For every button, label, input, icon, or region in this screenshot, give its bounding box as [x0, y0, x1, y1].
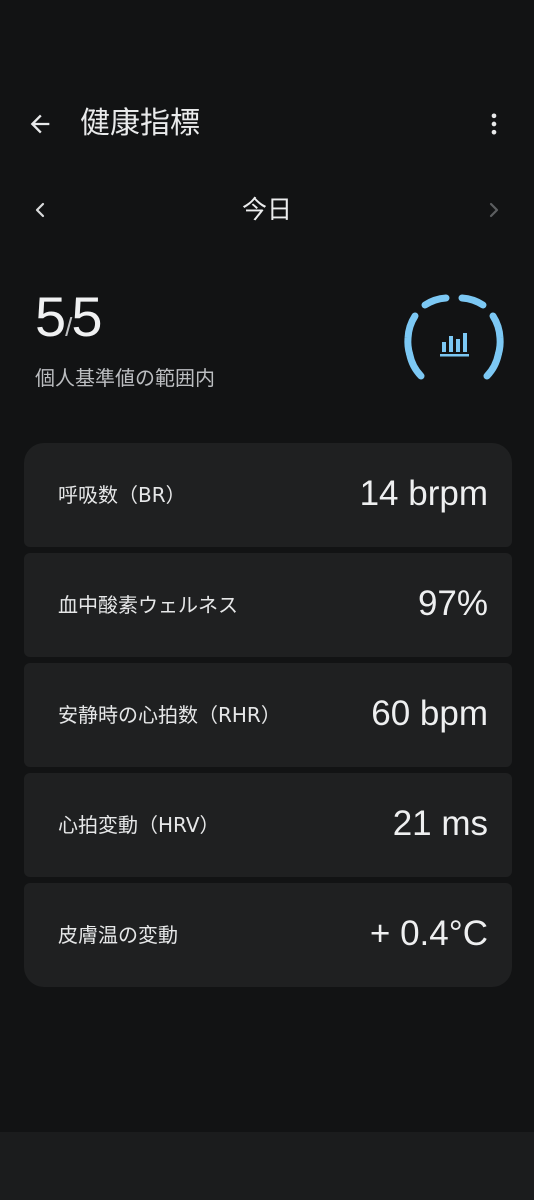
- summary-gauge-icon[interactable]: [400, 294, 508, 394]
- app-bar: 健康指標: [0, 94, 534, 154]
- score-number: 5: [35, 285, 66, 348]
- gauge-segment-6: [483, 350, 502, 380]
- metric-row-breathing-rate[interactable]: 呼吸数（BR） 14 brpm: [24, 443, 512, 547]
- date-label: 今日: [241, 195, 292, 224]
- metric-row-skin-temperature[interactable]: 皮膚温の変動 + 0.4°C: [24, 883, 512, 987]
- chevron-right-icon: [489, 202, 499, 218]
- metric-value: 60 bpm: [371, 694, 488, 733]
- score-caption: 個人基準値の範囲内: [35, 366, 215, 390]
- gauge-segment-4: [489, 312, 504, 358]
- score-total: 5: [71, 285, 102, 348]
- metric-label: 血中酸素ウェルネス: [58, 593, 238, 617]
- gauge-segment-2: [421, 294, 450, 309]
- metric-row-hrv[interactable]: 心拍変動（HRV） 21 ms: [24, 773, 512, 877]
- system-navigation-bar: [0, 1132, 534, 1200]
- metric-value: 97%: [417, 584, 488, 623]
- metric-label: 安静時の心拍数（RHR）: [58, 703, 281, 727]
- gauge-segment-1: [404, 312, 419, 358]
- metric-label: 皮膚温の変動: [58, 923, 178, 947]
- score-value: 5/5: [35, 285, 215, 359]
- date-navigator: 今日: [0, 186, 534, 234]
- metric-label: 呼吸数（BR）: [58, 483, 186, 507]
- metrics-list: 呼吸数（BR） 14 brpm 血中酸素ウェルネス 97% 安静時の心拍数（RH…: [24, 443, 512, 987]
- bar-chart-icon: [440, 333, 469, 357]
- metric-value: 14 brpm: [359, 474, 488, 513]
- arrow-left-icon: [30, 114, 50, 134]
- summary-score: 5/5 個人基準値の範囲内: [35, 285, 215, 391]
- more-options-button[interactable]: [474, 104, 514, 144]
- gauge-segment-5: [406, 350, 425, 380]
- next-day-button[interactable]: [474, 190, 514, 230]
- more-vert-icon: [491, 113, 497, 135]
- metric-label: 心拍変動（HRV）: [58, 813, 220, 837]
- metric-value: 21 ms: [392, 804, 488, 843]
- back-button[interactable]: [20, 104, 60, 144]
- metric-row-resting-heart-rate[interactable]: 安静時の心拍数（RHR） 60 bpm: [24, 663, 512, 767]
- metric-value: + 0.4°C: [369, 914, 488, 953]
- metric-row-spo2[interactable]: 血中酸素ウェルネス 97%: [24, 553, 512, 657]
- page-title: 健康指標: [80, 106, 200, 141]
- gauge-segment-3: [458, 294, 487, 309]
